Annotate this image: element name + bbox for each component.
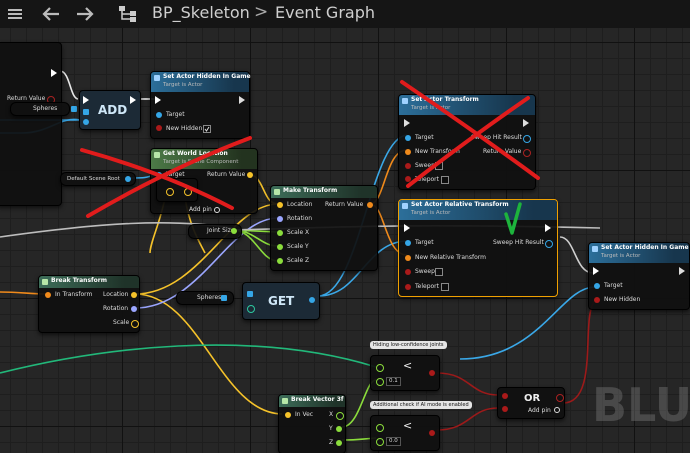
back-arrow-icon[interactable] (40, 4, 62, 24)
green-check-icon (504, 202, 522, 235)
red-cross-set-actor-transform (400, 80, 540, 188)
blueprint-hierarchy-icon (116, 4, 140, 24)
hamburger-icon (8, 9, 22, 19)
red-cross-get-world-location (80, 136, 252, 218)
watermark-text: BLU (592, 378, 690, 432)
forward-arrow-icon[interactable] (74, 4, 96, 24)
menu-icon[interactable] (4, 4, 26, 24)
breadcrumb-asset[interactable]: BP_Skeleton (152, 3, 250, 22)
graph-canvas[interactable]: Return Value Spheres ADD Set Actor Hidde… (0, 28, 690, 453)
breadcrumb-separator: > (254, 2, 269, 22)
breadcrumb-graph[interactable]: Event Graph (275, 3, 375, 22)
toolbar: BP_Skeleton > Event Graph (0, 0, 690, 29)
annotation-overlay (80, 80, 540, 235)
